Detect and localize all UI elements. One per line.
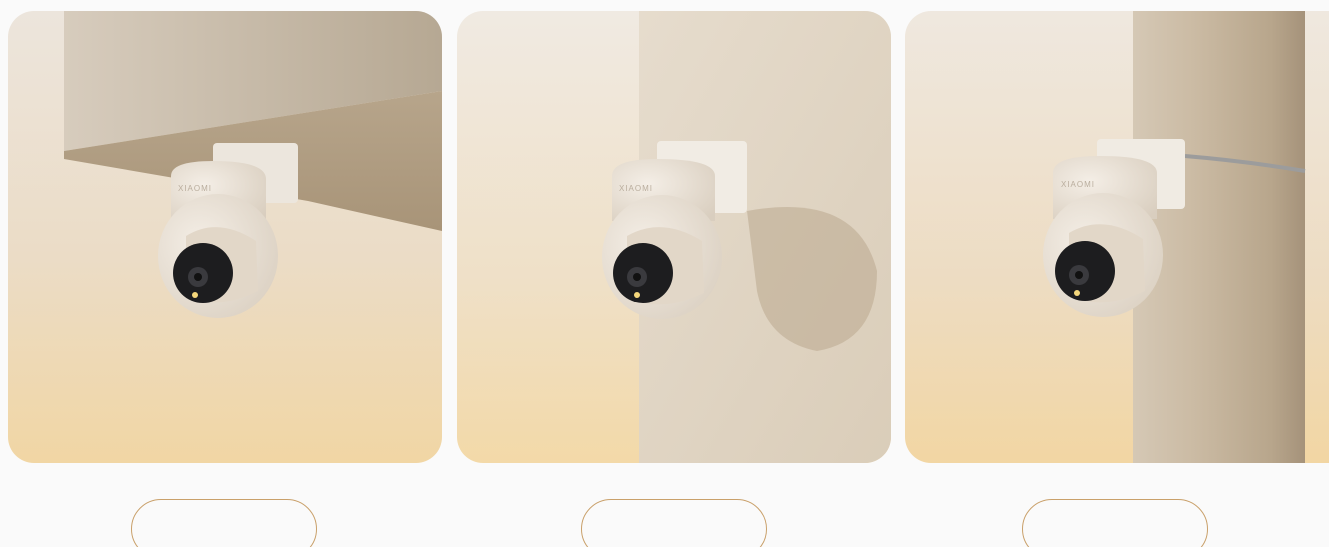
camera: XIAOMI	[602, 159, 722, 319]
gallery: XIAOMI XIAOMI XIAOMI	[0, 0, 1329, 547]
mount-option-button-pole[interactable]	[1022, 499, 1208, 547]
camera: XIAOMI	[158, 161, 278, 318]
mount-option-button-wall[interactable]	[581, 499, 767, 547]
camera-brand-mark: XIAOMI	[619, 184, 653, 193]
camera: XIAOMI	[1043, 156, 1163, 317]
camera-brand-mark: XIAOMI	[178, 184, 212, 193]
scene-image-wall-mount: XIAOMI	[457, 11, 891, 463]
camera-brand-mark: XIAOMI	[1061, 180, 1095, 189]
mount-option-button-ceiling[interactable]	[131, 499, 317, 547]
scene-image-pole-mount: XIAOMI	[905, 11, 1329, 463]
scene-image-ceiling-mount: XIAOMI	[8, 11, 442, 463]
